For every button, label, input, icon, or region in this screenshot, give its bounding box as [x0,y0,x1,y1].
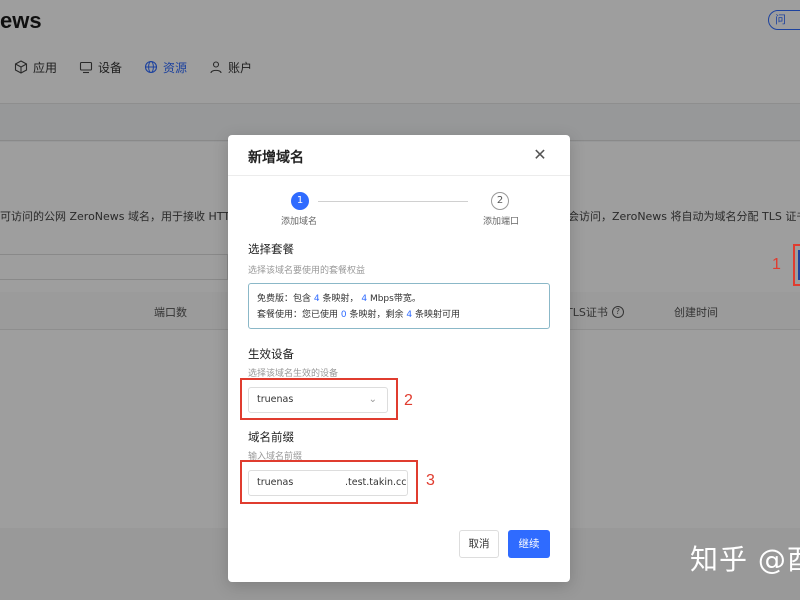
step-connector [318,201,468,202]
dialog-title: 新增域名 [248,150,304,166]
plan-section-hint: 选择该域名要使用的套餐权益 [248,266,366,276]
add-domain-dialog: 新增域名 ✕ 1 2 添加域名 添加端口 选择套餐 选择该域名要使用的套餐权益 … [228,135,570,582]
plan-text: 免费版：包含 [257,294,314,304]
annotation-box-1 [793,244,800,286]
annotation-number-2: 2 [404,392,413,409]
divider [228,175,570,176]
step-2-label: 添加端口 [483,217,520,227]
watermark: 知乎 @酉 [690,543,800,576]
step-1-indicator: 1 [291,192,309,210]
plan-line-free: 免费版：包含 4 条映射， 4 Mbps带宽。 [257,291,541,307]
plan-line-usage: 套餐使用：您已使用 0 条映射，剩余 4 条映射可用 [257,307,541,323]
plan-text: Mbps带宽。 [367,294,421,304]
step-1-label: 添加域名 [281,217,318,227]
annotation-box-2 [240,378,398,420]
plan-section-title: 选择套餐 [248,242,294,256]
device-section-title: 生效设备 [248,347,294,361]
plan-text: 条映射， [319,294,362,304]
step-2-indicator: 2 [491,192,509,210]
close-icon[interactable]: ✕ [532,147,548,163]
prefix-section-title: 域名前缀 [248,430,294,444]
annotation-box-3 [240,460,418,504]
plan-card[interactable]: 免费版：包含 4 条映射， 4 Mbps带宽。 套餐使用：您已使用 0 条映射，… [248,283,550,329]
annotation-number-3: 3 [426,472,435,489]
continue-button[interactable]: 继续 [508,530,550,558]
cancel-button[interactable]: 取消 [459,530,499,558]
plan-text: 条映射可用 [412,310,460,320]
plan-text: 套餐使用：您已使用 [257,310,341,320]
plan-text: 条映射，剩余 [346,310,407,320]
annotation-number-1: 1 [772,256,781,273]
